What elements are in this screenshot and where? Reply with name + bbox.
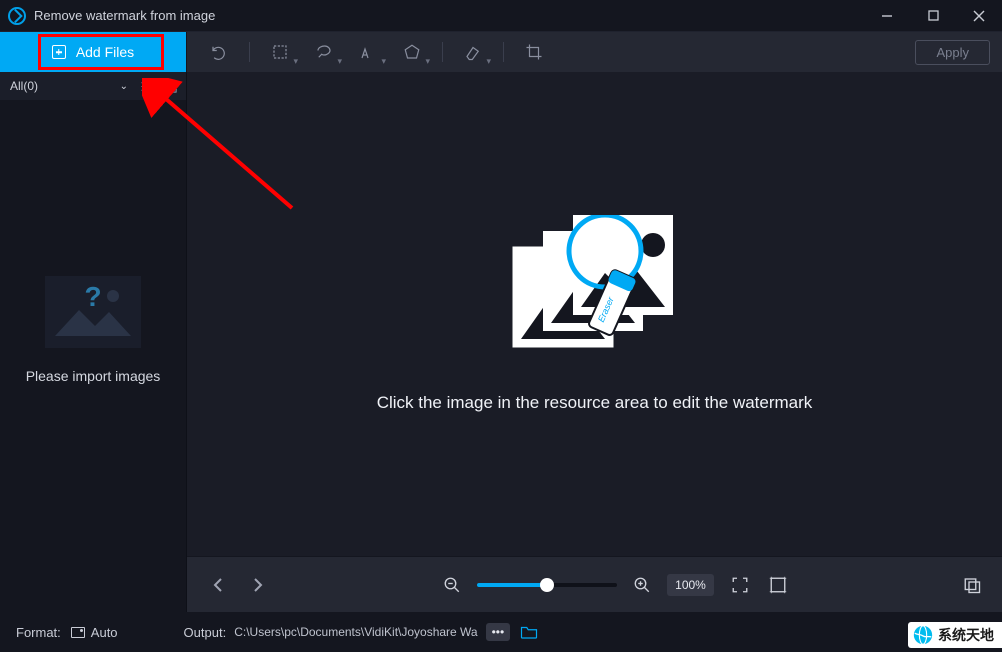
sidebar: All(0) ⌄ ? Please import images	[0, 72, 186, 612]
top-row: Add Files ▾ ▾ ▾ ▾ ▾	[0, 32, 1002, 72]
zoom-controls: 100%	[285, 573, 946, 597]
svg-text:?: ?	[84, 281, 101, 312]
add-files-panel: Add Files	[0, 32, 186, 72]
canvas-illustration-icon: Eraser	[505, 215, 685, 365]
import-placeholder: ? Please import images	[0, 276, 186, 384]
zoom-slider[interactable]	[477, 583, 617, 587]
canvas-hint-text: Click the image in the resource area to …	[377, 393, 813, 413]
sort-button[interactable]	[136, 76, 156, 96]
zoom-out-button[interactable]	[441, 574, 463, 596]
chevron-down-icon: ⌄	[120, 81, 128, 92]
close-button[interactable]	[956, 0, 1002, 32]
globe-icon	[912, 624, 934, 646]
tool-bar: ▾ ▾ ▾ ▾ ▾ Apply	[186, 32, 1002, 72]
close-icon	[973, 10, 985, 22]
eraser-tool[interactable]: ▾	[453, 36, 493, 68]
filter-label: All(0)	[10, 79, 38, 93]
sort-icon	[139, 79, 154, 94]
prev-image-button[interactable]	[205, 572, 231, 598]
folder-icon	[520, 625, 538, 639]
next-image-button[interactable]	[245, 572, 271, 598]
chevron-down-icon: ▾	[293, 56, 298, 67]
slider-fill	[477, 583, 547, 587]
zoom-in-button[interactable]	[631, 574, 653, 596]
separator	[249, 42, 250, 62]
window-controls	[864, 0, 1002, 32]
format-value: Auto	[91, 625, 118, 640]
maximize-icon	[928, 10, 939, 21]
compare-button[interactable]	[960, 573, 984, 597]
select-all-icon	[163, 79, 178, 94]
polygon-tool[interactable]: ▾	[392, 36, 432, 68]
window-title: Remove watermark from image	[34, 8, 215, 23]
select-all-button[interactable]	[160, 76, 180, 96]
chevron-down-icon: ▾	[425, 56, 430, 67]
watermark-text: 系统天地	[938, 625, 994, 645]
right-controls	[960, 573, 984, 597]
site-watermark-badge: 系统天地	[908, 622, 1002, 648]
chevron-down-icon: ▾	[486, 56, 491, 67]
lasso-icon	[315, 43, 333, 61]
compare-icon	[963, 576, 981, 594]
fit-screen-icon	[731, 576, 749, 594]
brush-icon	[359, 43, 377, 61]
actual-size-icon	[769, 576, 787, 594]
rect-select-icon	[271, 43, 289, 61]
output-section: Output: C:\Users\pc\Documents\VidiKit\Jo…	[184, 623, 541, 641]
output-path: C:\Users\pc\Documents\VidiKit\Joyoshare …	[234, 625, 477, 639]
placeholder-text: Please import images	[26, 368, 161, 384]
minimize-icon	[881, 10, 893, 22]
format-label: Format:	[16, 625, 61, 640]
fit-screen-button[interactable]	[728, 573, 752, 597]
lasso-tool[interactable]: ▾	[304, 36, 344, 68]
controls-bar: 100%	[187, 556, 1002, 612]
actual-size-button[interactable]	[766, 573, 790, 597]
polygon-icon	[403, 43, 421, 61]
output-more-button[interactable]: •••	[486, 623, 511, 641]
placeholder-image-icon: ?	[45, 276, 141, 348]
chevron-down-icon: ▾	[381, 56, 386, 67]
zoom-percent-badge: 100%	[667, 574, 714, 596]
rect-select-tool[interactable]: ▾	[260, 36, 300, 68]
filter-row: All(0) ⌄	[0, 72, 186, 100]
open-folder-button[interactable]	[518, 623, 540, 641]
image-icon	[71, 627, 85, 638]
add-files-button[interactable]: Add Files	[30, 38, 156, 66]
canvas-area: Eraser Click the image in the resource a…	[187, 72, 1002, 556]
plus-icon	[52, 45, 66, 59]
app-logo-icon	[8, 7, 26, 25]
chevron-down-icon: ▾	[337, 56, 342, 67]
zoom-out-icon	[443, 576, 461, 594]
main-panel: Eraser Click the image in the resource a…	[186, 72, 1002, 612]
output-label: Output:	[184, 625, 227, 640]
chevron-left-icon	[212, 577, 224, 593]
title-bar: Remove watermark from image	[0, 0, 1002, 32]
brush-tool[interactable]: ▾	[348, 36, 388, 68]
bottom-bar: Format: Auto Output: C:\Users\pc\Documen…	[0, 612, 1002, 652]
body: All(0) ⌄ ? Please import images	[0, 72, 1002, 612]
undo-button[interactable]	[199, 36, 239, 68]
crop-icon	[525, 43, 543, 61]
separator	[442, 42, 443, 62]
filter-dropdown[interactable]: All(0) ⌄	[6, 77, 132, 95]
maximize-button[interactable]	[910, 0, 956, 32]
crop-tool[interactable]	[514, 36, 554, 68]
chevron-right-icon	[252, 577, 264, 593]
zoom-in-icon	[633, 576, 651, 594]
eraser-icon	[464, 43, 482, 61]
slider-thumb[interactable]	[540, 578, 554, 592]
apply-button[interactable]: Apply	[915, 40, 990, 65]
minimize-button[interactable]	[864, 0, 910, 32]
add-files-label: Add Files	[76, 44, 134, 60]
format-selector[interactable]: Auto	[71, 625, 118, 640]
separator	[503, 42, 504, 62]
undo-icon	[210, 43, 228, 61]
